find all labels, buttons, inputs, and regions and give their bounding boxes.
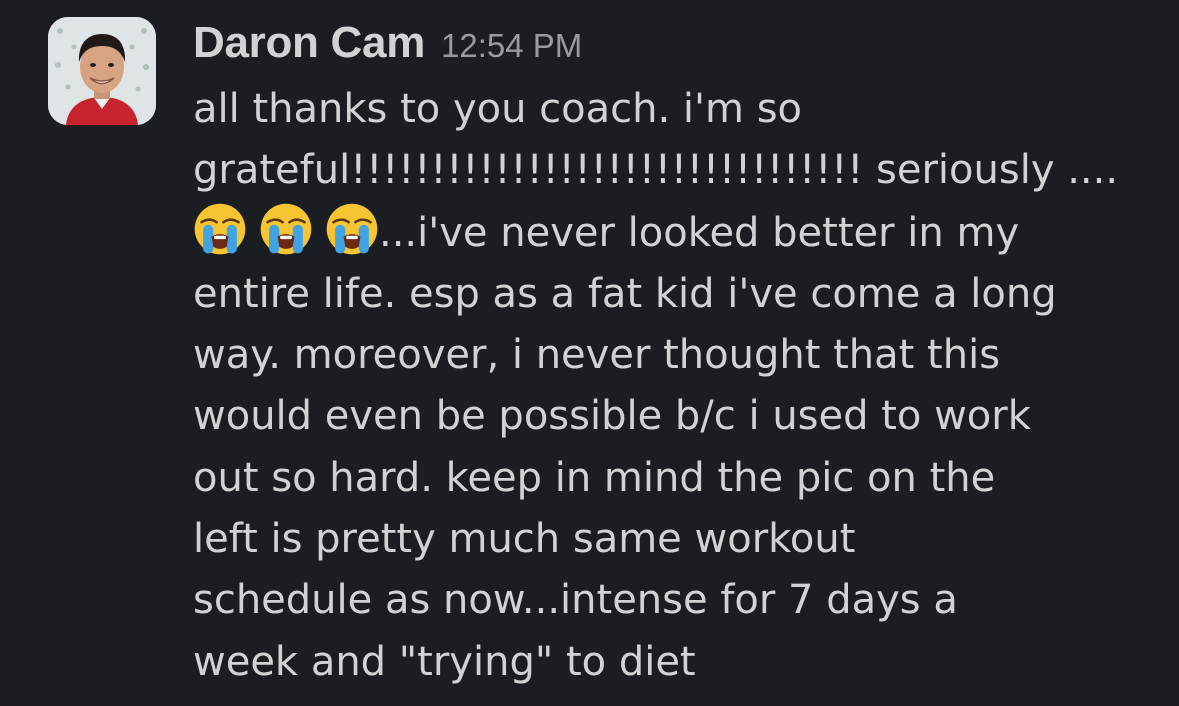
timestamp[interactable]: 12:54 PM xyxy=(441,27,582,65)
loudly-crying-face-icon xyxy=(326,203,378,254)
user-avatar-photo xyxy=(48,17,156,125)
message-line-text: ...i've never looked better in my xyxy=(379,209,1020,256)
chat-message: Daron Cam 12:54 PM all thanks to you coa… xyxy=(0,0,1179,706)
loudly-crying-face-icon xyxy=(260,203,312,254)
message-header: Daron Cam 12:54 PM xyxy=(193,18,1153,82)
message-text: all thanks to you coach. i'm so grateful… xyxy=(193,79,1153,693)
message-line: way. moreover, i never thought that this xyxy=(193,332,1001,379)
message-line: would even be possible b/c i used to wor… xyxy=(193,393,1031,440)
avatar[interactable] xyxy=(48,17,156,125)
message-line: week and "trying" to diet xyxy=(193,638,696,685)
message-body: Daron Cam 12:54 PM all thanks to you coa… xyxy=(193,18,1153,693)
message-line: all thanks to you coach. i'm so xyxy=(193,86,803,132)
message-line: ...i've never looked better in my xyxy=(193,202,1153,264)
message-line: entire life. esp as a fat kid i've come … xyxy=(193,270,1057,317)
message-line: grateful!!!!!!!!!!!!!!!!!!!!!!!!!!!!!!!!… xyxy=(193,147,1119,194)
loudly-crying-face-icon xyxy=(194,203,246,254)
message-line: schedule as now...intense for 7 days a xyxy=(193,577,958,624)
message-line: out so hard. keep in mind the pic on the xyxy=(193,454,996,501)
message-line: left is pretty much same workout xyxy=(193,516,856,563)
author-name[interactable]: Daron Cam xyxy=(193,18,425,68)
